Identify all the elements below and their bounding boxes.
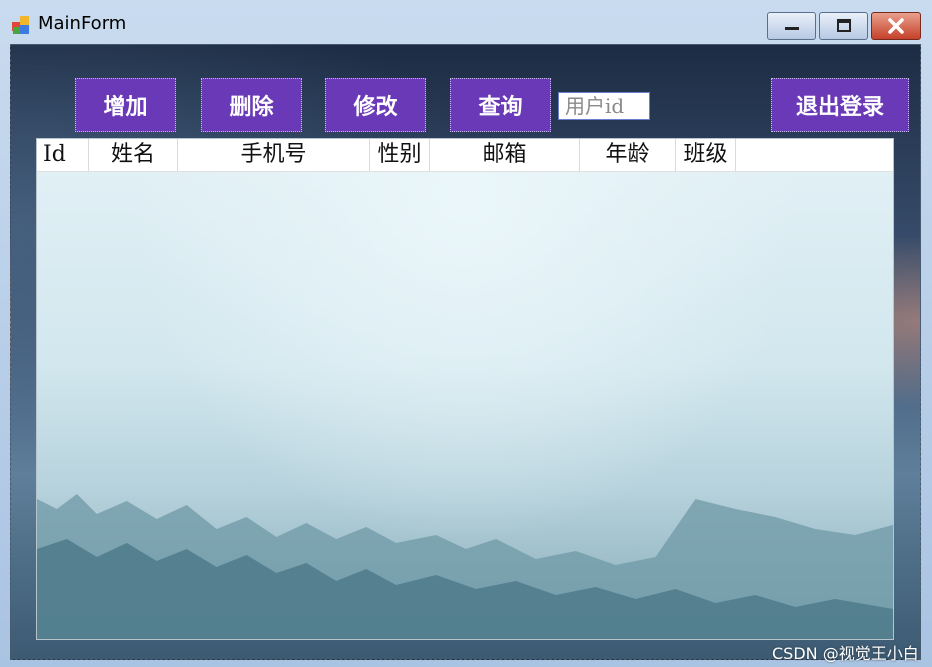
minimize-button[interactable] bbox=[767, 12, 816, 40]
forest-background-image bbox=[37, 494, 893, 639]
title-bar[interactable]: MainForm bbox=[0, 0, 932, 44]
column-header-class[interactable]: 班级 bbox=[676, 139, 736, 171]
window-title: MainForm bbox=[38, 13, 127, 34]
user-data-grid[interactable]: Id 姓名 手机号 性别 邮箱 年龄 班级 bbox=[36, 138, 894, 640]
windows-form-icon bbox=[12, 16, 32, 36]
user-id-search-input[interactable] bbox=[558, 92, 650, 120]
column-header-email[interactable]: 邮箱 bbox=[430, 139, 580, 171]
delete-button[interactable]: 删除 bbox=[201, 78, 302, 132]
grid-header-row: Id 姓名 手机号 性别 邮箱 年龄 班级 bbox=[37, 139, 893, 172]
close-icon bbox=[888, 18, 904, 34]
watermark-text: CSDN @视觉王小白 bbox=[772, 644, 919, 663]
logout-button[interactable]: 退出登录 bbox=[771, 78, 909, 132]
maximize-button[interactable] bbox=[819, 12, 868, 40]
minimize-icon bbox=[784, 27, 799, 30]
column-header-name[interactable]: 姓名 bbox=[89, 139, 178, 171]
maximize-icon bbox=[836, 19, 851, 32]
column-header-phone[interactable]: 手机号 bbox=[178, 139, 370, 171]
column-header-gender[interactable]: 性别 bbox=[370, 139, 430, 171]
main-window: MainForm 增加 删除 修改 查询 退出登录 Id 姓名 手机号 性别 bbox=[0, 0, 932, 667]
column-header-age[interactable]: 年龄 bbox=[580, 139, 676, 171]
query-button[interactable]: 查询 bbox=[450, 78, 551, 132]
column-header-id[interactable]: Id bbox=[37, 139, 89, 171]
add-button[interactable]: 增加 bbox=[75, 78, 176, 132]
edit-button[interactable]: 修改 bbox=[325, 78, 426, 132]
close-button[interactable] bbox=[871, 12, 921, 40]
form-client-area: 增加 删除 修改 查询 退出登录 Id 姓名 手机号 性别 邮箱 年龄 班级 bbox=[10, 44, 921, 660]
